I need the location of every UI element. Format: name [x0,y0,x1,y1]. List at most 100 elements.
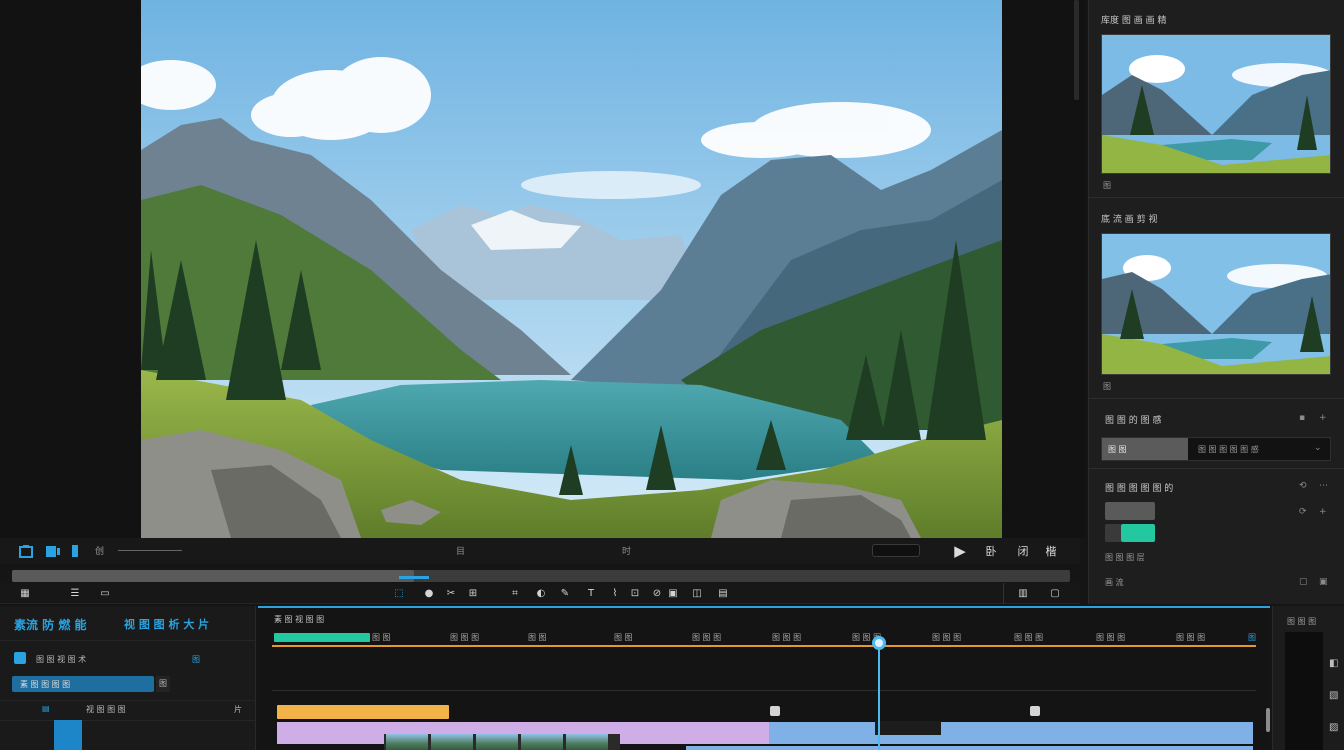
filmstrip-frame [476,734,518,750]
preset-b-thumbnail[interactable] [1101,233,1331,375]
media-icon[interactable] [44,543,62,559]
copy-icon[interactable]: ▢ [1299,577,1308,587]
filmstrip-frame [566,734,608,750]
lut-dropdown-value: 图 图 图 图 图 感 [1198,445,1259,454]
timeline-panel[interactable]: 素 图 视 图 图 图 图 图 图 图 图 图 图 图 图 图 图 图 图 图 … [258,606,1270,750]
time-ruler[interactable]: 图 图 图 图 图 图 图 图 图 图 图 图 图 图 图 图 图 图 图 图 … [272,630,1256,646]
marker-icon[interactable] [70,543,80,559]
reset-icon[interactable]: ⟳ [1299,507,1307,517]
tick-label: 图 图 图 [1176,633,1206,642]
clip-marker[interactable] [1030,706,1040,716]
inspector-panel: 库度 图 画 画 精 图 底 流 画 剪 视 图 图 图 的 图 感 ▪ + 图… [1088,0,1344,604]
text-icon[interactable]: T [584,586,598,600]
grid-icon[interactable]: ▦ [18,586,32,600]
fullscreen-button[interactable]: 楷 [1040,543,1062,559]
project-tab[interactable]: 视 图 图 析 大 片 [124,616,209,632]
import-icon[interactable] [18,543,34,559]
list-icon[interactable]: ☰ [68,586,82,600]
hand-icon[interactable]: ⌇ [608,586,622,600]
collapse-icon[interactable]: ▪ [1299,413,1305,423]
clip-marker[interactable] [770,706,780,716]
effect-slider-b[interactable] [1121,524,1155,542]
current-time: 创 [95,547,105,557]
folder-icon[interactable]: ▭ [98,586,112,600]
in-out-range[interactable] [274,633,370,642]
preset-a-sub: 图 [1103,181,1111,190]
marker-tool-icon[interactable]: ◫ [690,586,704,600]
divider [1089,468,1344,469]
mute-icon[interactable]: ▧ [1329,690,1338,701]
effects-sub: 图 图 图 层 [1105,553,1145,562]
effects-sub-2: 画 流 [1105,578,1124,587]
transition-gap[interactable] [875,721,941,735]
clip-icon[interactable]: ▤ [42,704,50,713]
step-button[interactable]: 卧 [982,543,1000,559]
program-monitor[interactable] [141,0,1002,538]
lut-dropdown[interactable]: 图 图 图 图 图 图 图 感 ⌄ [1101,437,1331,461]
settings-icon[interactable]: ▥ [1016,586,1030,600]
export-icon[interactable]: ▢ [1048,586,1062,600]
bin-checkbox[interactable] [14,652,26,664]
tick-label: 图 图 图 [772,633,802,642]
add-effect-icon[interactable]: + [1319,507,1327,517]
divider [0,720,256,721]
more-icon[interactable]: ⋯ [1319,481,1328,491]
slip-icon[interactable]: ⊞ [466,586,480,600]
filmstrip-frame [521,734,563,750]
ripple-icon[interactable]: ● [422,586,436,600]
refresh-icon[interactable]: ⟲ [1299,481,1307,491]
preset-b-sub: 图 [1103,382,1111,391]
selection-icon[interactable]: ⬚ [392,586,406,600]
crop-icon[interactable]: ⌗ [508,586,522,600]
time-underline [118,550,182,551]
solo-icon[interactable]: ◧ [1329,658,1338,669]
bin-icon[interactable]: 图 [192,654,200,665]
search-button[interactable]: 图 [156,676,170,692]
audio-icon[interactable]: ▤ [716,586,730,600]
tick-label: 图 图 [528,633,547,642]
record-icon[interactable]: ▨ [1329,722,1338,733]
scrub-bar[interactable] [12,570,1070,582]
selected-clip-thumb[interactable] [54,720,82,750]
work-area-bar[interactable] [272,645,1256,647]
add-icon[interactable]: + [1319,413,1327,423]
tick-label: 图 图 图 [1014,633,1044,642]
zoom-tool-icon[interactable]: ⊡ [628,586,642,600]
loop-button[interactable]: 闭 [1014,543,1032,559]
divider [0,640,256,641]
effect-toggle[interactable] [1105,524,1121,542]
audio-clip[interactable] [686,746,1253,750]
divider [0,700,256,701]
playhead-line[interactable] [878,636,880,750]
filmstrip[interactable] [384,734,620,750]
project-title: 素流 防 燃 能 [14,618,87,632]
video-clip-b[interactable] [769,722,1253,744]
tick-label: 图 图 图 [692,633,722,642]
effect-slider-a[interactable] [1105,502,1155,520]
edit-tools-bar: ▦ ☰ ▭ ⬚ ● ✂ ⊞ ⌗ ◐ ✎ T ⌇ ⊡ ⊘ ▣ ◫ ▤ ▥ ▢ [0,583,1080,604]
snap-icon[interactable]: ▣ [666,586,680,600]
transform-icon[interactable]: ◐ [534,586,548,600]
track-separator [272,690,1256,691]
clip-type-icon[interactable]: 片 [234,704,242,715]
tick-label: 图 图 图 [450,633,480,642]
zoom-field[interactable] [872,544,920,557]
pen-icon[interactable]: ✎ [558,586,572,600]
timeline-scrollbar[interactable] [1266,708,1270,732]
audio-meter [1285,632,1323,750]
delete-icon[interactable]: ▣ [1319,577,1328,587]
playhead-handle[interactable] [872,636,886,650]
link-icon[interactable]: ⊘ [650,586,664,600]
search-input-text: 素 图 图 图 图 [20,680,71,689]
preset-b-label: 底 流 画 剪 视 [1101,215,1158,225]
razor-icon[interactable]: ✂ [444,586,458,600]
title-clip[interactable] [277,705,449,719]
viewer-scrollbar[interactable] [1074,0,1079,100]
scrub-handle[interactable] [399,576,430,579]
play-button[interactable]: ▶ [952,542,968,560]
clip-label: 视 图 图 图 [86,705,126,714]
divider [1089,398,1344,399]
preset-a-thumbnail[interactable] [1101,34,1331,174]
preview-frame [141,0,1002,538]
tick-label: 图 [1248,633,1256,642]
